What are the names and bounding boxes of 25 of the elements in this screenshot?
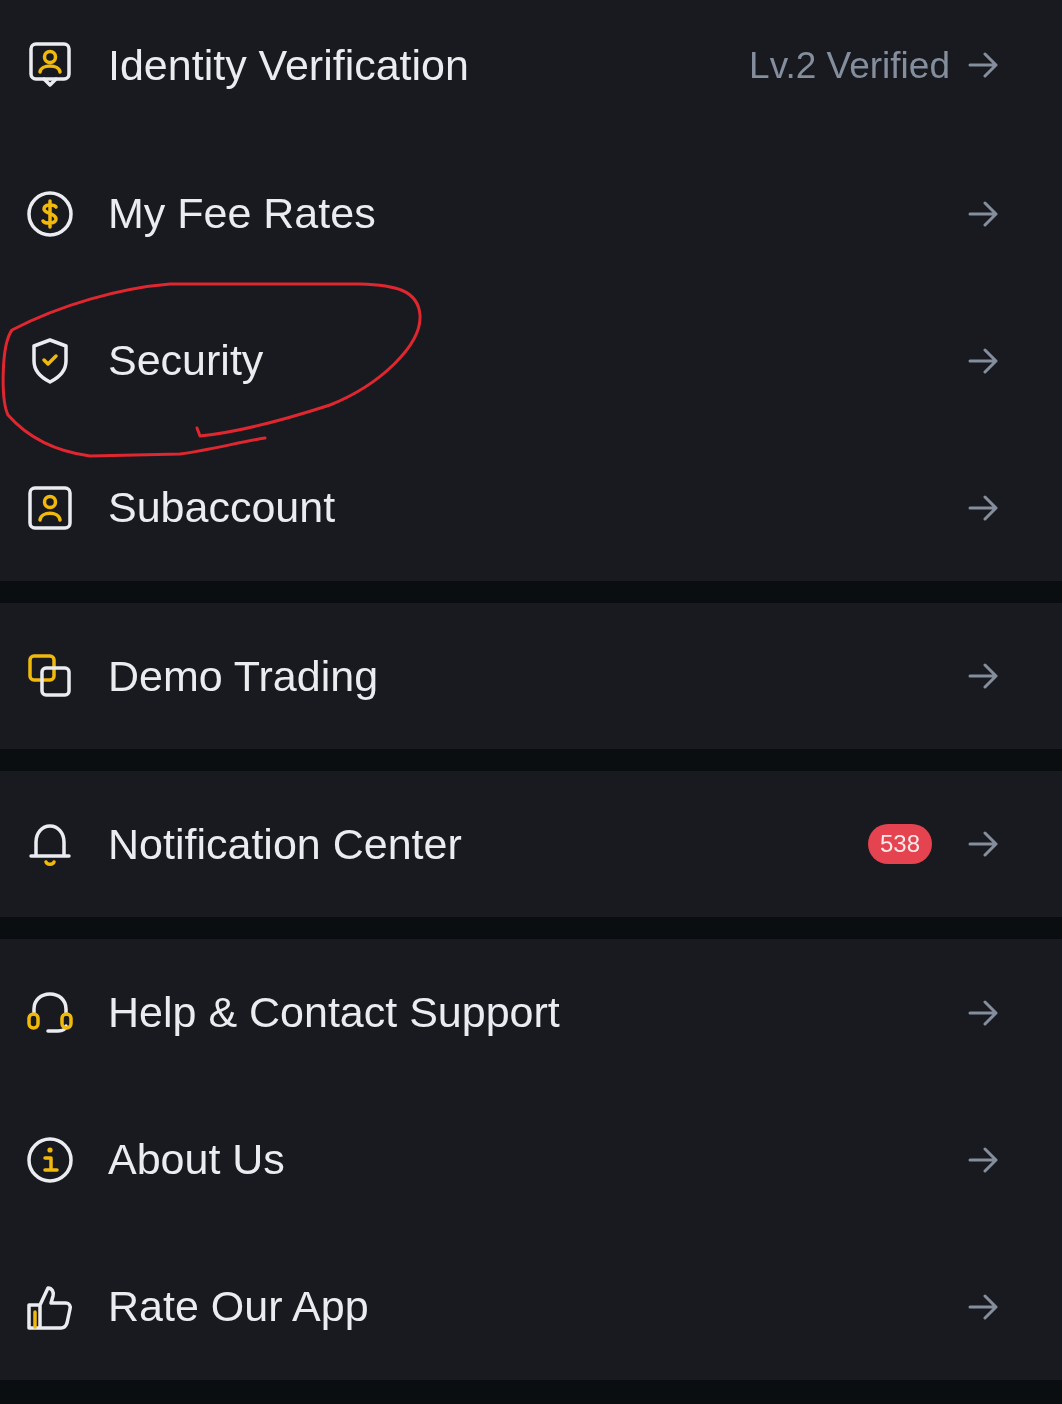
person-square-icon	[26, 483, 74, 532]
menu-item[interactable]: Help & Contact Support	[0, 939, 1062, 1086]
arrow-right-icon	[968, 200, 998, 227]
arrow-right-icon	[968, 999, 998, 1026]
menu-item[interactable]: My Fee Rates	[0, 140, 1062, 287]
arrow-right-icon	[968, 1146, 998, 1173]
menu-item[interactable]: About Us	[0, 1086, 1062, 1233]
menu-item[interactable]: Identity Verification Lv.2 Verified	[0, 0, 1062, 140]
menu-item[interactable]: Subaccount	[0, 434, 1062, 581]
squares-icon	[26, 652, 74, 700]
arrow-right-icon	[968, 494, 998, 521]
arrow-right-icon	[968, 52, 998, 78]
menu-item[interactable]: Demo Trading	[0, 603, 1062, 749]
menu-item[interactable]: Rate Our App	[0, 1233, 1062, 1380]
arrow-right-icon	[968, 831, 998, 857]
status-text: Lv.2 Verified	[749, 46, 950, 84]
dollar-icon	[26, 189, 74, 238]
info-icon	[26, 1135, 74, 1184]
arrow-right-icon	[968, 347, 998, 374]
arrow-right-icon	[968, 1293, 998, 1320]
menu-item[interactable]: Security	[0, 287, 1062, 434]
person-badge-icon	[26, 41, 74, 89]
arrow-right-icon	[968, 663, 998, 689]
count-badge: 538	[868, 824, 932, 864]
menu-item[interactable]: Notification Center 538	[0, 771, 1062, 917]
